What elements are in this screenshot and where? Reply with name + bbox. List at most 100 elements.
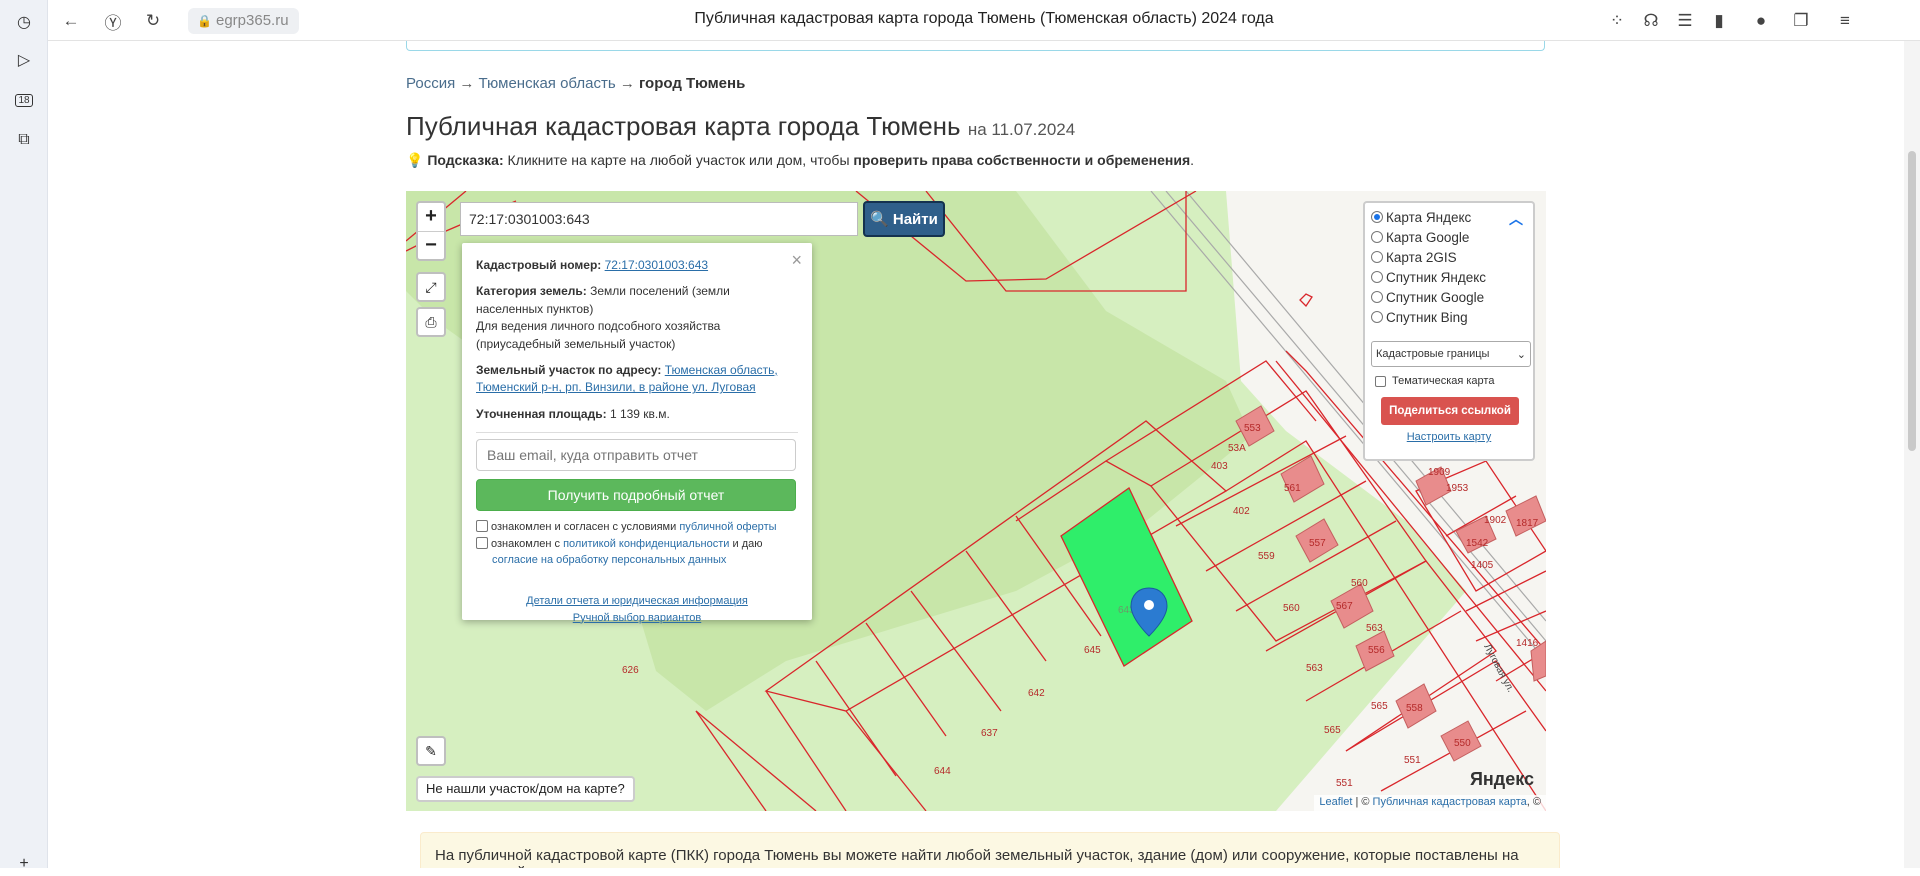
offer-checkbox[interactable] (476, 520, 488, 533)
info-text: На публичной кадастровой карте (ПКК) гор… (435, 847, 1519, 868)
report-details-link[interactable]: Детали отчета и юридическая информация (526, 595, 748, 607)
page-scrollbar[interactable] (1904, 41, 1920, 868)
layer-radio[interactable] (1371, 251, 1383, 263)
parcel-label: 1405 (1471, 560, 1494, 571)
overlay-select[interactable]: Кадастровые границы ⌄ (1371, 341, 1531, 367)
layer-option[interactable]: Карта Google (1371, 227, 1527, 247)
parcel-label: 560 (1351, 578, 1368, 589)
area-value: 1 139 кв.м. (609, 406, 670, 421)
cadastral-search-input[interactable] (460, 202, 858, 236)
parcel-label: 561 (1284, 483, 1301, 494)
chevron-up-icon[interactable]: ︿ (1509, 209, 1523, 229)
breadcrumb-russia[interactable]: Россия (406, 75, 455, 92)
get-report-button[interactable]: Получить подробный отчет (476, 479, 796, 512)
find-button[interactable]: 🔍 Найти (863, 201, 945, 237)
layer-label: Спутник Яндекс (1386, 269, 1487, 285)
leaflet-link[interactable]: Leaflet (1319, 796, 1352, 808)
popup-links: Детали отчета и юридическая информация Р… (476, 593, 798, 627)
age-rating-icon[interactable]: 18 (12, 88, 36, 112)
layer-radio[interactable] (1371, 271, 1383, 283)
close-icon[interactable]: × (791, 247, 802, 273)
parcel-label: 565 (1371, 701, 1388, 712)
breadcrumb-region[interactable]: Тюменская область (479, 75, 616, 92)
thematic-checkbox[interactable] (1375, 375, 1386, 387)
area-row: Уточненная площадь: 1 139 кв.м. (476, 406, 798, 423)
layer-option[interactable]: Спутник Google (1371, 287, 1527, 307)
parcel-label: 1902 (1484, 515, 1507, 526)
manual-select-link[interactable]: Ручной выбор вариантов (573, 612, 701, 624)
layer-option[interactable]: Карта 2GIS (1371, 247, 1527, 267)
parcel-label: 563 (1366, 623, 1383, 634)
add-icon[interactable]: + (12, 852, 36, 876)
headphones-icon[interactable]: ☊ (1638, 8, 1664, 34)
layer-radio[interactable] (1371, 291, 1383, 303)
share-link-button[interactable]: Поделиться ссылкой (1381, 397, 1519, 425)
browser-sidebar: ◷ ▷ 18 ⧉ + (0, 0, 48, 872)
breadcrumb-separator: → (619, 75, 635, 92)
parcel-label: 559 (1258, 551, 1275, 562)
not-found-button[interactable]: Не нашли участок/дом на карте? (416, 776, 635, 802)
overlay-select-value: Кадастровые границы (1376, 348, 1490, 360)
privacy-text: ознакомлен с (491, 537, 561, 550)
profile-icon[interactable]: ● (1748, 8, 1774, 34)
page-title-text: Публичная кадастровая карта города Тюмен… (406, 111, 961, 141)
lightbulb-icon: 💡 (406, 152, 424, 168)
layer-radio[interactable] (1371, 231, 1383, 243)
scrollbar-thumb[interactable] (1908, 151, 1916, 451)
area-label: Уточненная площадь: (476, 406, 607, 421)
search-icon: 🔍 (870, 211, 889, 228)
consent-link[interactable]: согласие на обработку персональных данны… (492, 554, 726, 566)
configure-map-link[interactable]: Настроить карту (1371, 431, 1527, 443)
layer-option[interactable]: Карта Яндекс (1371, 207, 1527, 227)
parcel-label: 551 (1336, 778, 1353, 789)
attribution-sep: | © (1355, 796, 1370, 808)
top-banner-box (406, 41, 1545, 51)
ruler-icon[interactable]: ✎ (416, 736, 446, 766)
history-icon[interactable]: ◷ (12, 10, 36, 34)
privacy-checkbox[interactable] (476, 536, 488, 549)
map-attribution: Leaflet | © Публичная кадастровая карта,… (1314, 795, 1546, 811)
cadastral-number-link[interactable]: 72:17:0301003:643 (605, 258, 708, 272)
address-row: Земельный участок по адресу: Тюменская о… (476, 362, 798, 397)
chevron-down-icon: ⌄ (1516, 348, 1526, 361)
parcel-label: 403 (1211, 461, 1228, 472)
privacy-mid: и даю (732, 537, 763, 550)
hint-bold: проверить права собственности и обремене… (853, 152, 1191, 168)
parcel-label: 558 (1406, 703, 1423, 714)
parcel-label: 402 (1233, 506, 1250, 517)
layer-option[interactable]: Спутник Яндекс (1371, 267, 1527, 287)
pkk-link[interactable]: Публичная кадастровая карта (1373, 796, 1527, 808)
zoom-out-button[interactable]: − (418, 231, 444, 259)
info-box: На публичной кадастровой карте (ПКК) гор… (420, 832, 1560, 868)
menu-icon[interactable]: ≡ (1832, 8, 1858, 34)
land-category-label: Категория земель: (476, 284, 587, 299)
cadastral-map[interactable]: 403 553 53А 402 561 559 557 560 560 567 … (406, 191, 1546, 811)
layers-panel: ︿ Карта Яндекс Карта Google Карта 2GIS С… (1363, 201, 1535, 461)
fullscreen-icon[interactable]: ⤢ (416, 272, 446, 302)
privacy-link[interactable]: политикой конфиденциальности (563, 538, 729, 550)
parcel-label: 645 (1084, 645, 1101, 656)
offer-link[interactable]: публичной оферты (679, 521, 776, 533)
agreements: ознакомлен и согласен с условиями публич… (476, 519, 798, 569)
parcel-label: 626 (622, 665, 639, 676)
email-input[interactable] (476, 439, 796, 472)
parcel-label: 565 (1324, 725, 1341, 736)
print-icon[interactable]: ⎙ (416, 307, 446, 337)
layer-radio[interactable] (1371, 211, 1383, 223)
layer-radio[interactable] (1371, 311, 1383, 323)
collections-icon[interactable]: ❐ (1788, 8, 1814, 34)
reader-icon[interactable]: ☰ (1672, 8, 1698, 34)
play-icon[interactable]: ▷ (12, 48, 36, 72)
address-label: Земельный участок по адресу: (476, 362, 662, 377)
layer-label: Спутник Bing (1386, 309, 1468, 325)
layer-option[interactable]: Спутник Bing (1371, 307, 1527, 327)
zoom-in-button[interactable]: + (418, 203, 444, 231)
page-title: Публичная кадастровая карта города Тюмен… (406, 111, 1075, 142)
thematic-toggle[interactable]: Тематическая карта (1371, 375, 1527, 387)
parcel-label: 1909 (1428, 467, 1451, 478)
extensions-icon[interactable]: ⁘ (1604, 8, 1630, 34)
screenshot-icon[interactable]: ⧉ (12, 128, 36, 152)
breadcrumb-current: город Тюмень (638, 75, 746, 92)
bookmark-icon[interactable]: ▮ (1706, 8, 1732, 34)
hint-text: Кликните на карте на любой участок или д… (507, 152, 850, 168)
